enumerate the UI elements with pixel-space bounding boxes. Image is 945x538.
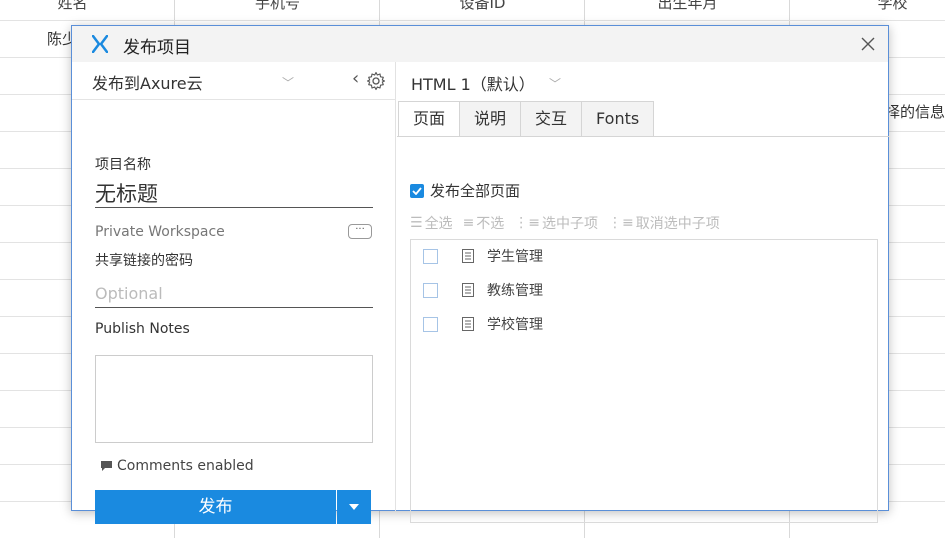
html-config-select[interactable]: HTML 1（默认） xyxy=(411,71,535,95)
tab-pages[interactable]: 页面 xyxy=(398,101,460,137)
page-checkbox[interactable] xyxy=(423,282,438,298)
page-label: 教练管理 xyxy=(487,283,543,299)
publish-notes-label: Publish Notes xyxy=(95,321,190,337)
deselect-children-label: 取消选中子项 xyxy=(635,216,720,232)
publish-button[interactable]: 发布 xyxy=(95,490,336,524)
workspace-label[interactable]: Private Workspace xyxy=(95,224,225,240)
column-header-birth: 出生年月 xyxy=(657,0,718,12)
settings-tabs: 页面 说明 交互 Fonts xyxy=(398,101,655,137)
page-item-students[interactable]: 学生管理 xyxy=(423,246,543,266)
select-none-button[interactable]: ≡ 不选 xyxy=(463,213,505,233)
select-children-button[interactable]: ⋮≡ 选中子项 xyxy=(514,213,598,233)
destination-select[interactable]: 发布到Axure云 xyxy=(92,70,203,94)
select-children-label: 选中子项 xyxy=(542,216,599,232)
page-checkbox[interactable] xyxy=(423,316,438,332)
list-icon: ☰ xyxy=(410,215,423,231)
page-icon xyxy=(462,317,474,331)
password-label: 共享链接的密码 xyxy=(95,253,193,269)
page-item-schools[interactable]: 学校管理 xyxy=(423,314,543,334)
tab-interactions[interactable]: 交互 xyxy=(520,101,582,137)
page-tree: 学生管理 教练管理 学校管理 xyxy=(410,239,878,523)
close-icon xyxy=(861,37,875,51)
password-input[interactable] xyxy=(95,280,373,308)
deselect-children-button[interactable]: ⋮≡ 取消选中子项 xyxy=(608,213,720,233)
chevron-left-icon[interactable]: ‹ xyxy=(352,68,359,89)
tab-fonts[interactable]: Fonts xyxy=(581,101,655,137)
project-name-input[interactable] xyxy=(95,178,373,208)
caret-down-icon xyxy=(349,504,359,510)
page-item-coaches[interactable]: 教练管理 xyxy=(423,280,543,300)
grid-line xyxy=(0,20,945,21)
select-none-label: 不选 xyxy=(476,216,505,232)
publish-dialog: 发布项目 发布到Axure云 ﹀ ‹ 项目名称 Private Workspac… xyxy=(71,25,889,524)
dialog-title: 发布项目 xyxy=(123,38,191,58)
column-header-phone: 手机号 xyxy=(254,0,300,12)
column-header-name: 姓名 xyxy=(57,0,88,12)
publish-settings-pane: 发布到Axure云 ﹀ ‹ 项目名称 Private Workspace ···… xyxy=(72,62,396,524)
publish-notes-textarea[interactable] xyxy=(95,355,373,443)
tree-icon: ⋮≡ xyxy=(514,215,541,231)
html-settings-pane: HTML 1（默认） ﹀ 页面 说明 交互 Fonts 发布全部页面 ☰ 全选 ≡… xyxy=(397,62,889,523)
list-icon: ≡ xyxy=(462,215,475,231)
page-icon xyxy=(462,283,474,297)
page-icon xyxy=(462,249,474,263)
project-name-label: 项目名称 xyxy=(95,157,151,173)
publish-all-pages-label: 发布全部页面 xyxy=(430,182,521,200)
chevron-down-icon[interactable]: ﹀ xyxy=(549,75,561,92)
comments-status: Comments enabled xyxy=(100,458,254,474)
tabs-divider xyxy=(397,136,889,137)
cell-info[interactable]: 择的信息 xyxy=(885,101,945,122)
dialog-titlebar[interactable]: 发布项目 xyxy=(72,26,888,62)
page-label: 学生管理 xyxy=(487,249,543,265)
page-checkbox[interactable] xyxy=(423,248,438,264)
select-all-label: 全选 xyxy=(424,216,453,232)
comment-icon xyxy=(101,461,112,471)
tab-notes[interactable]: 说明 xyxy=(459,101,521,137)
destination-row: 发布到Axure云 ﹀ ‹ xyxy=(72,62,396,100)
more-icon[interactable]: ··· xyxy=(348,224,372,239)
page-label: 学校管理 xyxy=(487,317,543,333)
selection-toolbar: ☰ 全选 ≡ 不选 ⋮≡ 选中子项 ⋮≡ 取消选中子项 xyxy=(410,213,720,233)
publish-options-button[interactable] xyxy=(337,490,371,524)
column-header-school: 学校 xyxy=(877,0,908,12)
chevron-down-icon[interactable]: ﹀ xyxy=(282,74,294,91)
gear-icon[interactable] xyxy=(366,71,386,91)
close-button[interactable] xyxy=(856,32,880,56)
column-header-device-id: 设备ID xyxy=(459,0,506,12)
tree-icon: ⋮≡ xyxy=(608,215,634,231)
publish-all-pages-checkbox[interactable]: 发布全部页面 xyxy=(410,180,520,201)
checkbox-checked-icon[interactable] xyxy=(410,183,424,198)
comments-label: Comments enabled xyxy=(117,458,254,474)
axure-logo-icon xyxy=(92,35,108,53)
select-all-button[interactable]: ☰ 全选 xyxy=(410,213,453,233)
